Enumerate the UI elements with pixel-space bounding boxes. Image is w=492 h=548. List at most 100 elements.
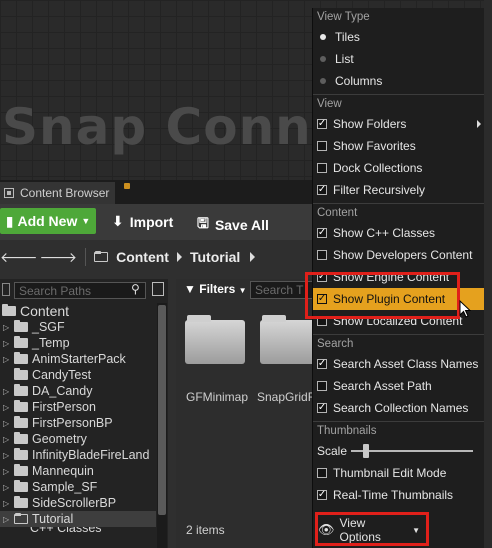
expander-icon[interactable]: ▷ bbox=[3, 323, 11, 332]
view-type-columns[interactable]: Columns bbox=[313, 70, 485, 92]
content-browser-tabbar: Content Browser bbox=[0, 180, 312, 204]
right-edge-panel bbox=[484, 0, 492, 548]
tree-item-label: InfinityBladeFireLand bbox=[32, 448, 150, 462]
thumbnails-header: Thumbnails bbox=[317, 425, 377, 437]
menu-item-thumbnail-edit-mode[interactable]: Thumbnail Edit Mode bbox=[313, 462, 485, 484]
pathbar-divider bbox=[85, 248, 87, 266]
menu-item-show-developers-content[interactable]: Show Developers Content bbox=[313, 244, 485, 266]
tree-root-content[interactable]: Content bbox=[0, 303, 156, 319]
checkbox-icon bbox=[317, 250, 327, 260]
tree-item[interactable]: ▷ Mannequin bbox=[0, 463, 156, 479]
checkbox-icon bbox=[317, 490, 327, 500]
save-all-button[interactable]: 🖫 Save All bbox=[197, 213, 269, 237]
view-type-list[interactable]: List bbox=[313, 48, 485, 70]
checkbox-icon bbox=[317, 163, 327, 173]
checkbox-icon bbox=[317, 185, 327, 195]
tree-item[interactable]: ▷ DA_Candy bbox=[0, 383, 156, 399]
search-assets-input[interactable]: Search T bbox=[250, 281, 320, 299]
submenu-arrow-icon bbox=[477, 120, 481, 128]
expander-icon[interactable]: ▷ bbox=[3, 451, 11, 460]
search-header: Search bbox=[317, 338, 354, 350]
asset-folder-icon[interactable] bbox=[185, 315, 245, 364]
tree-item[interactable]: ▷ FirstPersonBP bbox=[0, 415, 156, 431]
expander-icon[interactable]: ▷ bbox=[3, 483, 11, 492]
tree-item[interactable]: ▷ Tutorial bbox=[0, 511, 156, 527]
paths-panel: Search Paths ⚲ Content ▷ _SGF ▷ _Temp ▷ AnimS… bbox=[0, 279, 168, 548]
chevron-down-icon: ▼ bbox=[238, 286, 247, 295]
menu-item-search-collection-names[interactable]: Search Collection Names bbox=[313, 397, 485, 419]
view-options-button[interactable]: 👁 View Options ▼ bbox=[318, 516, 420, 544]
tree-item-label: Mannequin bbox=[32, 464, 94, 478]
menu-item-show-c-classes[interactable]: Show C++ Classes bbox=[313, 222, 485, 244]
filters-button[interactable]: ▼ Filters ▼ bbox=[184, 282, 247, 296]
expander-icon[interactable]: ▷ bbox=[3, 467, 11, 476]
menu-item-search-asset-path[interactable]: Search Asset Path bbox=[313, 375, 485, 397]
tree-item[interactable]: ▷ _Temp bbox=[0, 335, 156, 351]
tree-item[interactable]: CandyTest bbox=[0, 367, 156, 383]
tree-item[interactable]: ▷ Geometry bbox=[0, 431, 156, 447]
import-button[interactable]: ⬇ Import bbox=[112, 213, 173, 230]
tree-item[interactable]: ▷ Sample_SF bbox=[0, 479, 156, 495]
menu-item-show-engine-content[interactable]: Show Engine Content bbox=[313, 266, 485, 288]
add-new-button[interactable]: ▮ Add New ▼ bbox=[0, 208, 96, 234]
tree-item-label: CandyTest bbox=[32, 368, 92, 382]
paths-scrollbar[interactable] bbox=[157, 303, 167, 548]
expander-icon[interactable]: ▷ bbox=[3, 419, 11, 428]
tab-content-browser[interactable]: Content Browser bbox=[0, 182, 115, 204]
tree-item-label: _Temp bbox=[32, 336, 70, 350]
tree-item[interactable]: ▷ SideScrollerBP bbox=[0, 495, 156, 511]
forward-arrow-icon[interactable]: 🡒 bbox=[40, 249, 78, 266]
expander-icon[interactable]: ▷ bbox=[3, 515, 11, 524]
expander-icon[interactable]: ▷ bbox=[3, 435, 11, 444]
tree-item-label: FirstPerson bbox=[32, 400, 96, 414]
checkbox-icon bbox=[317, 468, 327, 478]
asset-folder-icon[interactable] bbox=[260, 315, 320, 364]
menu-item-show-folders[interactable]: Show Folders bbox=[313, 113, 485, 135]
expander-icon[interactable]: ▷ bbox=[3, 355, 11, 364]
menu-item-search-asset-class-names[interactable]: Search Asset Class Names bbox=[313, 353, 485, 375]
menu-item-dock-collections[interactable]: Dock Collections bbox=[313, 157, 485, 179]
search-paths-input[interactable]: Search Paths bbox=[14, 282, 146, 299]
tree-item[interactable]: ▷ _SGF bbox=[0, 319, 156, 335]
scale-slider-thumb[interactable] bbox=[362, 444, 369, 458]
radio-icon bbox=[320, 78, 326, 84]
folder-icon bbox=[94, 251, 109, 262]
search-icon: ⚲ bbox=[131, 282, 140, 296]
breadcrumb-separator-icon[interactable] bbox=[176, 252, 182, 262]
checkbox-icon bbox=[317, 316, 327, 326]
radio-icon bbox=[320, 34, 326, 40]
expander-icon[interactable]: ▷ bbox=[3, 499, 11, 508]
expander-icon[interactable]: ▷ bbox=[3, 339, 11, 348]
scrollbar-thumb[interactable] bbox=[158, 305, 166, 515]
expander-icon[interactable]: ▷ bbox=[3, 387, 11, 396]
tree-item-label: _SGF bbox=[32, 320, 65, 334]
tree-item[interactable]: C++ Classes bbox=[0, 527, 156, 535]
panel-toggle-icon[interactable] bbox=[2, 283, 10, 296]
breadcrumb-tutorial[interactable]: Tutorial bbox=[190, 249, 240, 265]
filter-icon: ▼ bbox=[184, 282, 196, 296]
tree-item-label: Tutorial bbox=[32, 512, 74, 526]
scale-slider-track[interactable] bbox=[351, 450, 473, 452]
add-icon: ▮ bbox=[5, 212, 14, 229]
expander-icon[interactable]: ▷ bbox=[3, 403, 11, 412]
tree-item[interactable]: ▷ AnimStarterPack bbox=[0, 351, 156, 367]
folder-icon bbox=[14, 480, 28, 492]
view-type-tiles[interactable]: Tiles bbox=[313, 26, 485, 48]
tree-item-label: SideScrollerBP bbox=[32, 496, 117, 510]
checkbox-icon bbox=[317, 228, 327, 238]
breadcrumb-content[interactable]: Content bbox=[116, 249, 169, 265]
tab-accent-marker bbox=[124, 183, 130, 189]
folder-icon bbox=[14, 352, 28, 364]
folder-tree: Content ▷ _SGF ▷ _Temp ▷ AnimStarterPack Candy… bbox=[0, 303, 156, 535]
menu-item-real-time-thumbnails[interactable]: Real-Time Thumbnails bbox=[313, 484, 485, 506]
view-options-menu: View Type TilesListColumns View Show Fol… bbox=[305, 8, 485, 548]
menu-list-icon[interactable] bbox=[152, 282, 164, 296]
checkbox-icon bbox=[317, 381, 327, 391]
menu-item-show-favorites[interactable]: Show Favorites bbox=[313, 135, 485, 157]
breadcrumb-separator-icon[interactable] bbox=[250, 252, 256, 262]
tree-item[interactable]: ▷ InfinityBladeFireLand bbox=[0, 447, 156, 463]
folder-icon bbox=[14, 336, 28, 348]
back-arrow-icon[interactable]: 🡐 bbox=[0, 249, 38, 266]
tree-item[interactable]: ▷ FirstPerson bbox=[0, 399, 156, 415]
menu-item-filter-recursively[interactable]: Filter Recursively bbox=[313, 179, 485, 201]
